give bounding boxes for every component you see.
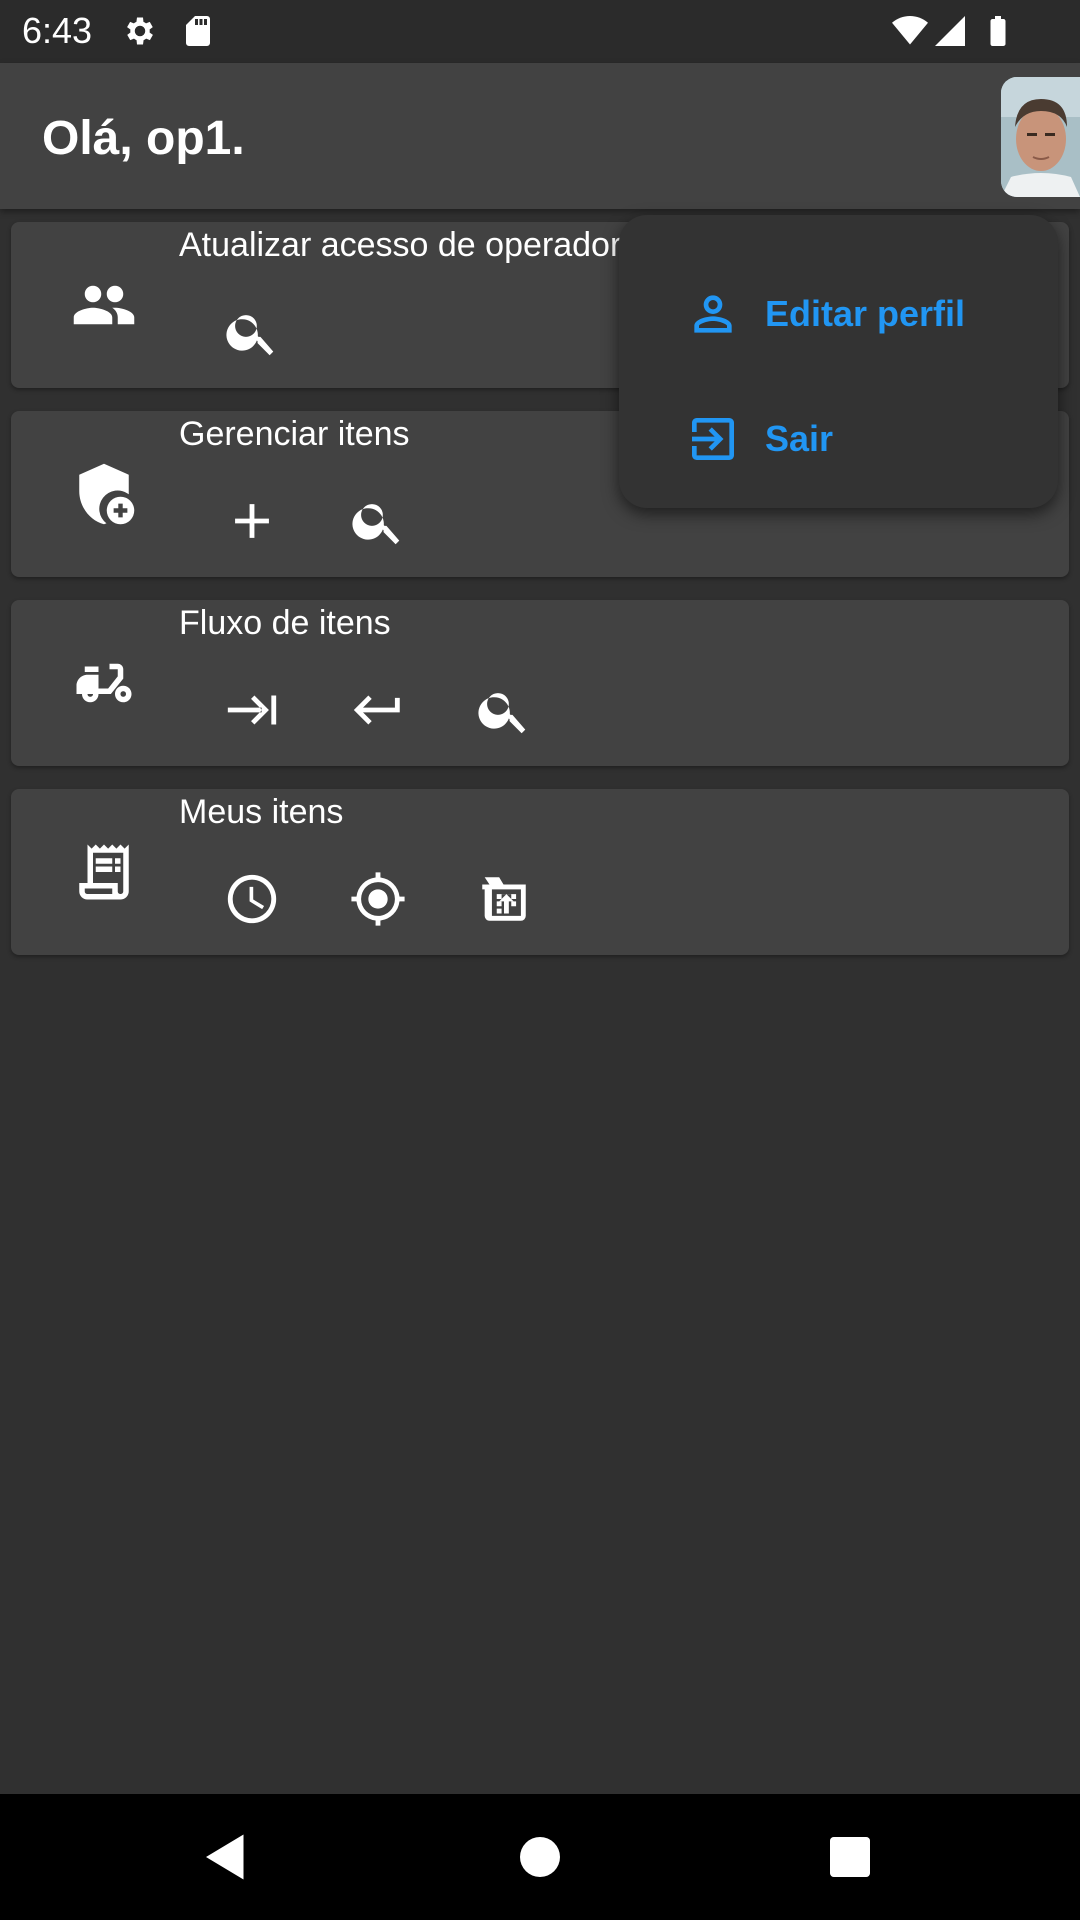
return-icon [353, 695, 400, 725]
item-location-button[interactable] [336, 857, 420, 941]
avatar[interactable] [1001, 77, 1080, 197]
menu-label-logout: Sair [765, 418, 834, 459]
menu-label-edit-profile: Editar perfil [765, 293, 966, 334]
settings-icon [127, 17, 153, 45]
arrow-to-end-icon [227, 695, 277, 725]
card-title: Atualizar acesso de operadores [179, 226, 658, 264]
recents-icon[interactable] [820, 1827, 880, 1887]
signal-icon [935, 16, 965, 46]
greeting-title: Olá, op1. [42, 112, 245, 165]
add-item-button[interactable] [210, 479, 294, 563]
menu-item-edit-profile[interactable]: Editar perfil [619, 251, 1058, 377]
search-icon [478, 693, 526, 734]
unarchive-icon [482, 877, 526, 921]
search-icon [352, 504, 400, 545]
menu-item-logout[interactable]: Sair [619, 376, 1058, 502]
avatar-photo-icon [1001, 77, 1080, 197]
home-icon[interactable] [510, 1827, 570, 1887]
item-out-button[interactable] [210, 668, 294, 752]
system-nav-bar [0, 1794, 1080, 1920]
history-icon [227, 874, 277, 924]
add-icon [235, 504, 269, 538]
card-my-items: Meus itens [11, 789, 1069, 955]
status-bar: 6:43 [0, 0, 1080, 63]
search-operators-button[interactable] [210, 290, 294, 374]
receipt-icon [79, 844, 129, 900]
item-history-button[interactable] [210, 857, 294, 941]
battery-icon [990, 16, 1006, 46]
card-item-flow: Fluxo de itens [11, 600, 1069, 766]
status-time: 6:43 [22, 10, 93, 51]
card-title: Gerenciar itens [179, 415, 410, 453]
card-title: Meus itens [179, 793, 344, 831]
app-bar: Olá, op1. [0, 63, 1080, 209]
profile-menu: Editar perfil Sair [619, 215, 1058, 508]
back-icon[interactable] [196, 1827, 256, 1887]
search-items-button[interactable] [336, 479, 420, 563]
item-return-button[interactable] [336, 668, 420, 752]
wifi-icon [892, 16, 928, 45]
shield-add-icon [79, 463, 135, 525]
group-icon [73, 285, 135, 325]
gps-target-icon [351, 872, 405, 926]
person-outline-icon [694, 295, 732, 333]
sd-card-icon [186, 16, 210, 46]
card-title: Fluxo de itens [179, 604, 391, 642]
search-icon [226, 315, 274, 356]
logout-icon [692, 418, 734, 460]
search-flow-button[interactable] [462, 668, 546, 752]
moped-icon [76, 663, 132, 703]
item-unarchive-button[interactable] [462, 857, 546, 941]
